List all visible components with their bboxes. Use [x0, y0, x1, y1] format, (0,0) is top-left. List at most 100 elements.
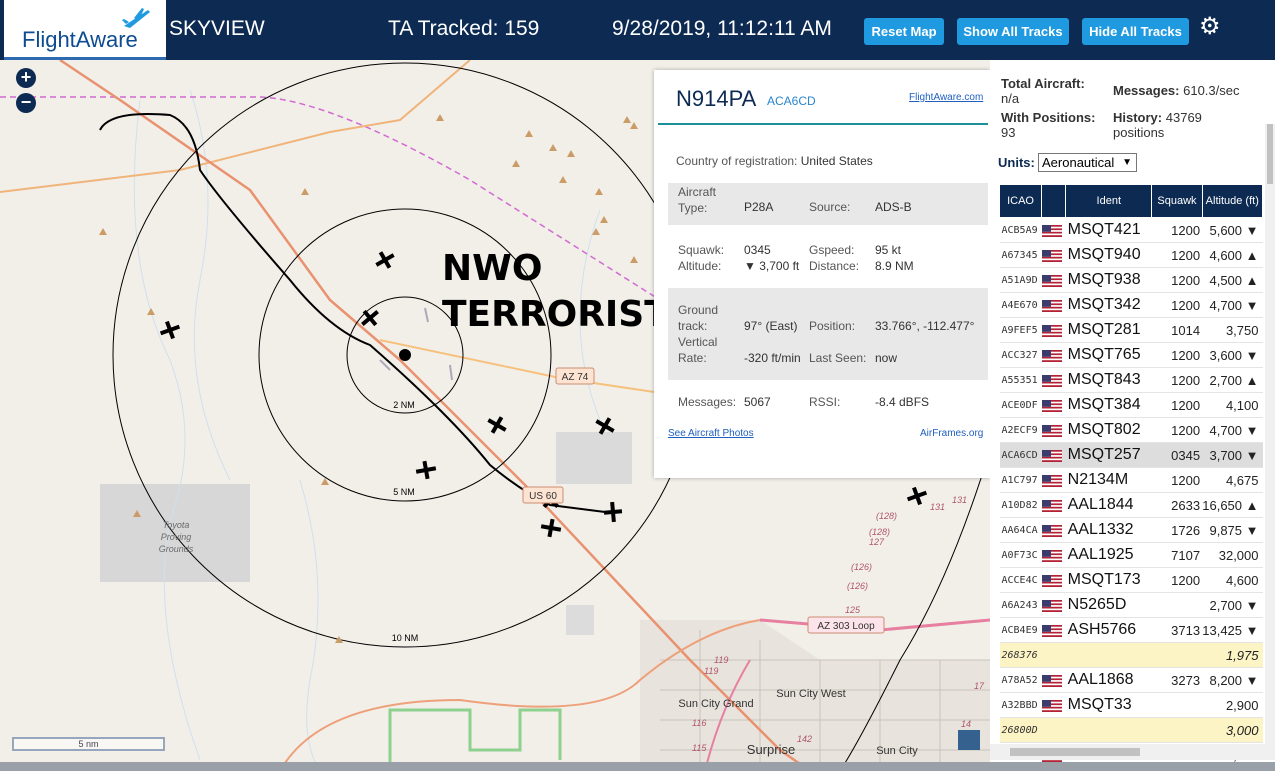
- table-row[interactable]: 268376 1,975: [999, 642, 1263, 668]
- table-row[interactable]: A78A52 AAL1868 3273 8,200 ▼: [999, 667, 1263, 693]
- row-flag: [1041, 342, 1066, 368]
- row-squawk: [1151, 592, 1203, 618]
- us-flag-icon: [1041, 474, 1062, 487]
- table-row[interactable]: A6A243 N5265D 2,700 ▼: [999, 592, 1263, 618]
- table-row[interactable]: A2ECF9 MSQT802 1200 4,700 ▼: [999, 417, 1263, 443]
- position-label: Position:: [809, 319, 856, 333]
- distance-value: 8.9 NM: [875, 259, 914, 273]
- table-row[interactable]: A4E670 MSQT342 1200 4,700 ▼: [999, 292, 1263, 318]
- column-squawk[interactable]: Squawk: [1151, 184, 1203, 218]
- row-altitude: 2,700 ▼: [1202, 592, 1263, 618]
- table-row[interactable]: ACA6CD MSQT257 0345 3,700 ▼: [999, 442, 1263, 468]
- row-squawk: 1726: [1151, 517, 1203, 543]
- column-altitude[interactable]: Altitude (ft): [1201, 184, 1264, 218]
- aircraft-sidebar: Total Aircraft: n/a Messages: 610.3/sec …: [990, 60, 1275, 771]
- row-flag: [1041, 517, 1066, 543]
- table-row[interactable]: A9FEF5 MSQT281 1014 3,750: [999, 317, 1263, 343]
- last-seen-label: Last Seen:: [809, 351, 867, 365]
- map-label: Sun City Grand: [678, 698, 753, 710]
- vertical-scroll-thumb[interactable]: [1267, 124, 1273, 184]
- vertical-rate-value: -320 ft/min: [744, 351, 801, 365]
- table-row[interactable]: A67345 MSQT940 1200 4,600 ▲: [999, 242, 1263, 268]
- row-icao: ACC327: [999, 342, 1042, 368]
- row-altitude: 3,700 ▼: [1202, 442, 1263, 468]
- row-squawk: 3273: [1151, 667, 1203, 693]
- map-label: Proving: [161, 532, 192, 542]
- vertical-scrollbar[interactable]: [1265, 124, 1275, 744]
- table-row[interactable]: AA64CA AAL1332 1726 9,875 ▼: [999, 517, 1263, 543]
- us-flag-icon: [1041, 499, 1062, 512]
- column-flag[interactable]: [1041, 184, 1067, 218]
- vertical-rate-label: Vertical Rate:: [678, 335, 718, 365]
- row-ident: MSQT802: [1065, 417, 1152, 443]
- flightaware-logo[interactable]: FlightAware: [4, 0, 166, 60]
- reset-map-button[interactable]: Reset Map: [864, 18, 944, 45]
- show-all-tracks-button[interactable]: Show All Tracks: [957, 18, 1069, 45]
- row-altitude: 4,700 ▼: [1202, 292, 1263, 318]
- table-row[interactable]: ACB5A9 MSQT421 1200 5,600 ▼: [999, 217, 1263, 243]
- skyview-app: FlightAware SKYVIEW TA Tracked: 159 9/28…: [0, 0, 1275, 771]
- table-row[interactable]: ACC327 MSQT765 1200 3,600 ▼: [999, 342, 1263, 368]
- last-seen-value: now: [875, 351, 898, 365]
- table-row[interactable]: A10D82 AAL1844 2633 16,650 ▲: [999, 492, 1263, 518]
- row-icao: A51A9D: [999, 267, 1042, 293]
- altitude-value: ▼ 3,700 ft: [744, 259, 800, 273]
- table-row[interactable]: ACB4E9 ASH5766 3713 13,425 ▼: [999, 617, 1263, 643]
- map-label: Sun City West: [776, 688, 846, 700]
- map-label: AZ 303 Loop: [817, 621, 875, 632]
- map-label: 115: [692, 743, 707, 753]
- row-flag: [1041, 717, 1066, 743]
- row-altitude: 1,975: [1202, 642, 1263, 668]
- graffiti-line: TERRORIST: [442, 294, 669, 335]
- table-row[interactable]: A0F73C AAL1925 7107 32,000: [999, 542, 1263, 568]
- column-icao[interactable]: ICAO: [998, 184, 1043, 218]
- flightaware-link[interactable]: FlightAware.com: [909, 92, 983, 103]
- us-flag-icon: [1041, 549, 1062, 562]
- messages-stat: Messages: 610.3/sec: [1113, 83, 1239, 98]
- map-label: 127: [869, 537, 885, 547]
- row-flag: [1041, 467, 1066, 493]
- row-flag: [1041, 617, 1066, 643]
- total-aircraft-value: n/a: [1001, 91, 1020, 106]
- table-row[interactable]: 26800D 3,000: [999, 717, 1263, 743]
- row-ident: MSQT384: [1065, 392, 1152, 418]
- zoom-in-button[interactable]: +: [16, 68, 36, 88]
- total-aircraft-stat: Total Aircraft: n/a: [1001, 76, 1085, 106]
- us-flag-icon: [1041, 624, 1062, 637]
- aircraft-icao[interactable]: ACA6CD: [767, 94, 816, 108]
- row-squawk: 1200: [1151, 467, 1203, 493]
- table-row[interactable]: A51A9D MSQT938 1200 4,500 ▲: [999, 267, 1263, 293]
- map-label: 125: [845, 605, 861, 615]
- row-flag: [1041, 592, 1066, 618]
- with-positions-stat: With Positions: 93: [1001, 110, 1096, 140]
- table-row[interactable]: A32BBD MSQT33 2,900: [999, 692, 1263, 718]
- country-row: Country of registration: United States: [676, 154, 873, 168]
- row-ident: AAL1844: [1065, 492, 1152, 518]
- row-icao: A0F73C: [999, 542, 1042, 568]
- column-ident[interactable]: Ident: [1065, 184, 1153, 218]
- row-flag: [1041, 642, 1066, 668]
- units-select[interactable]: Aeronautical ▼: [1038, 153, 1137, 172]
- table-row[interactable]: A55351 MSQT843 1200 2,700 ▲: [999, 367, 1263, 393]
- table-row[interactable]: ACE0DF MSQT384 1200 4,100: [999, 392, 1263, 418]
- plane-logo-icon: [122, 8, 150, 28]
- table-row[interactable]: ACCE4C MSQT173 1200 4,600: [999, 567, 1263, 593]
- map-label: 10 NM: [392, 633, 419, 643]
- us-flag-icon: [1041, 374, 1062, 387]
- gear-icon[interactable]: ⚙: [1199, 15, 1223, 39]
- aircraft-registration: N914PA: [676, 86, 757, 111]
- aircraft-photos-link[interactable]: See Aircraft Photos: [668, 428, 754, 439]
- row-ident: [1065, 642, 1152, 668]
- row-flag: [1041, 217, 1066, 243]
- airframes-link[interactable]: AirFrames.org: [920, 428, 983, 439]
- map-label: (126): [847, 581, 868, 591]
- zoom-out-button[interactable]: −: [16, 93, 36, 113]
- table-row[interactable]: A1C797 N2134M 1200 4,675: [999, 467, 1263, 493]
- us-flag-icon: [1041, 449, 1062, 462]
- rssi-value: -8.4 dBFS: [875, 395, 930, 409]
- row-ident: N5265D: [1065, 592, 1152, 618]
- horizontal-scroll-thumb[interactable]: [1010, 748, 1140, 756]
- row-ident: MSQT421: [1065, 217, 1152, 243]
- us-flag-icon: [1041, 574, 1062, 587]
- hide-all-tracks-button[interactable]: Hide All Tracks: [1082, 18, 1189, 45]
